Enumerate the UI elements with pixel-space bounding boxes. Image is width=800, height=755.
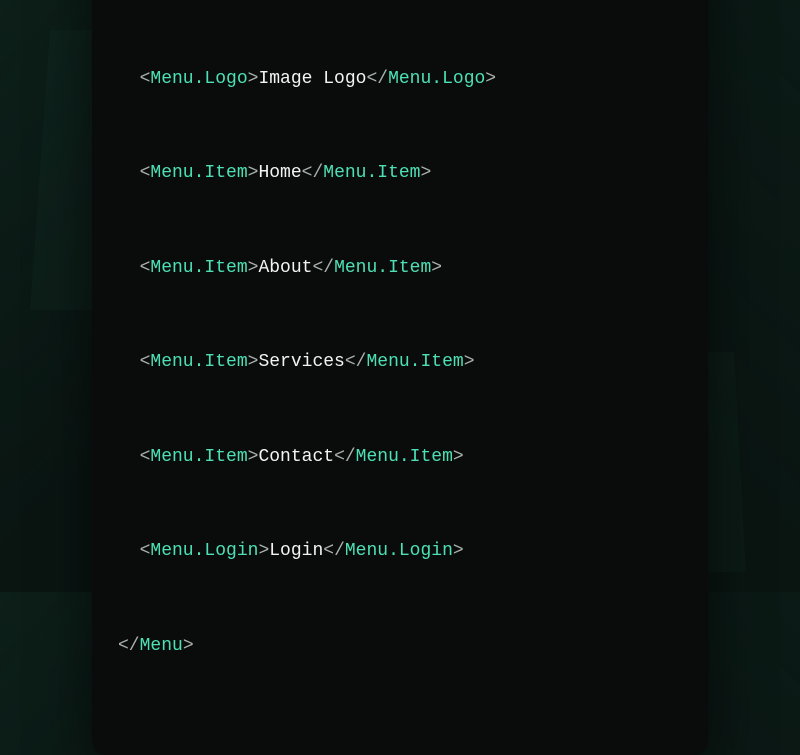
code-line: </Menu> [118, 631, 682, 663]
code-line: <Menu.Item>Home</Menu.Item> [118, 158, 682, 190]
jsx-tag: Menu.Item [150, 258, 247, 278]
angle-open: </ [118, 636, 140, 656]
code-editor-window: index.jsx <Menu> <Menu.Logo>Image Logo</… [92, 0, 708, 755]
jsx-tag: Menu.Item [150, 447, 247, 467]
jsx-tag: Menu.Item [150, 352, 247, 372]
jsx-tag: Menu.Login [150, 541, 258, 561]
code-line: <Menu.Item>About</Menu.Item> [118, 253, 682, 285]
code-line: <Menu.Logo>Image Logo</Menu.Logo> [118, 64, 682, 96]
jsx-text: Login [269, 541, 323, 561]
jsx-tag: Menu.Item [323, 163, 420, 183]
jsx-tag: Menu [140, 636, 183, 656]
jsx-text: About [258, 258, 312, 278]
jsx-tag: Menu.Logo [150, 69, 247, 89]
jsx-tag: Menu.Item [366, 352, 463, 372]
jsx-tag: Menu.Item [356, 447, 453, 467]
jsx-text: Services [258, 352, 344, 372]
jsx-tag: Menu.Logo [388, 69, 485, 89]
jsx-text: Home [258, 163, 301, 183]
code-line: <Menu.Login>Login</Menu.Login> [118, 536, 682, 568]
jsx-text: Contact [258, 447, 334, 467]
jsx-tag: Menu.Item [334, 258, 431, 278]
code-line: <Menu.Item>Services</Menu.Item> [118, 347, 682, 379]
angle-close: > [183, 636, 194, 656]
code-line: <Menu.Item>Contact</Menu.Item> [118, 442, 682, 474]
jsx-tag: Menu.Item [150, 163, 247, 183]
code-content[interactable]: <Menu> <Menu.Logo>Image Logo</Menu.Logo>… [92, 0, 708, 755]
jsx-text: Image Logo [258, 69, 366, 89]
jsx-tag: Menu.Login [345, 541, 453, 561]
code-line: <Menu> [118, 0, 682, 1]
